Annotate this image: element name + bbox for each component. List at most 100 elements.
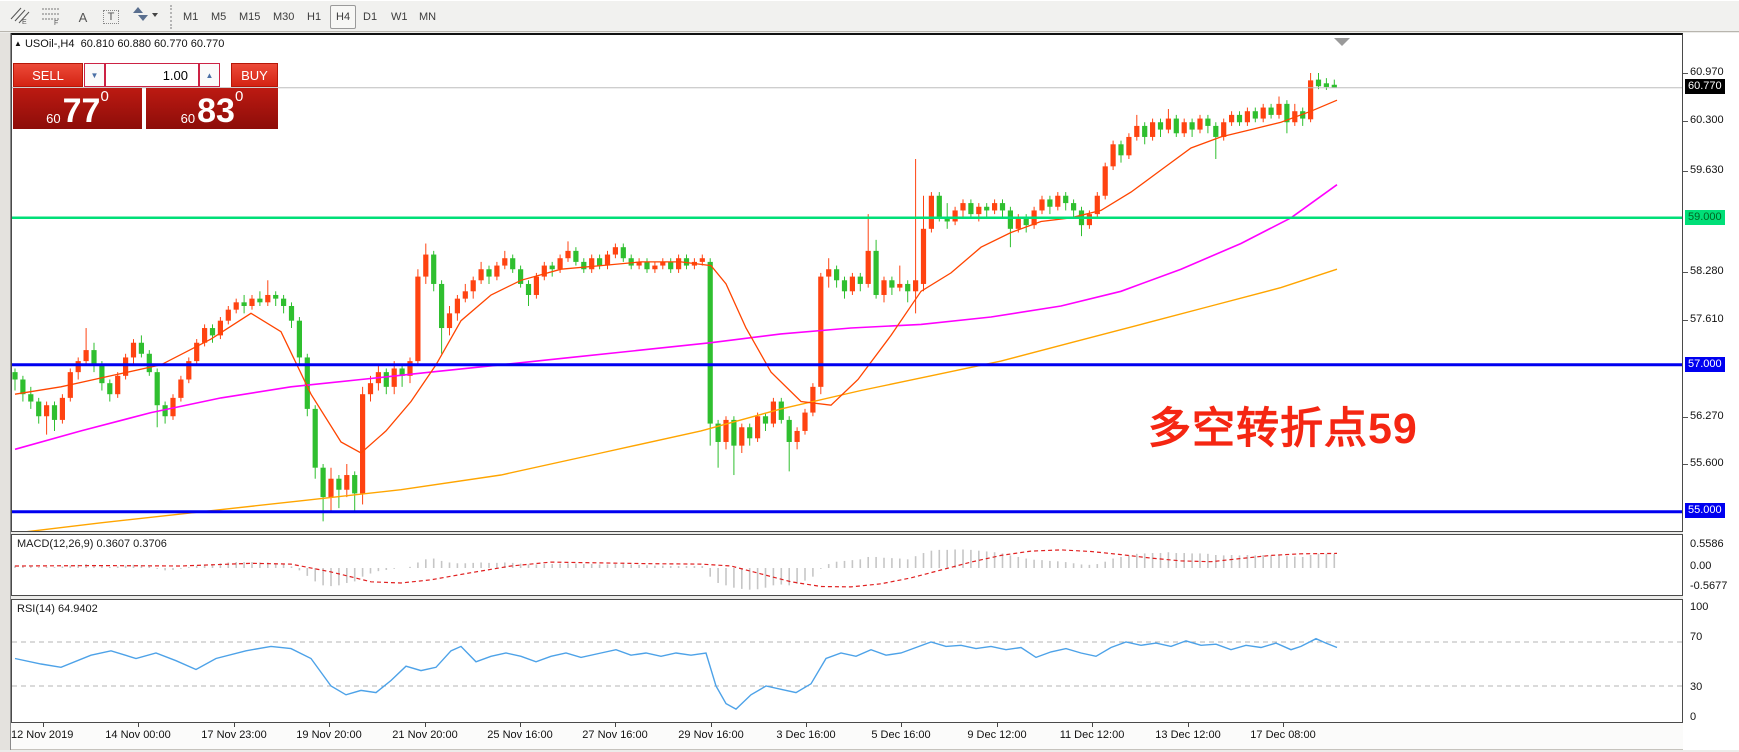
- price-tick-label: 59.630: [1690, 164, 1724, 176]
- arrows-icon[interactable]: [130, 5, 164, 29]
- time-tick: [806, 723, 807, 727]
- timeframe-button-m30[interactable]: M30: [268, 5, 299, 29]
- time-tick: [43, 723, 44, 727]
- time-axis[interactable]: 12 Nov 2019 14 Nov 00:00 17 Nov 23:00 19 No…: [11, 723, 1683, 750]
- trading-terminal: E F A T M1M5M15M30H1H4D1W1MN ▲ USOil-,H4…: [0, 0, 1739, 752]
- sell-button[interactable]: SELL: [13, 63, 83, 87]
- timeframe-button-d1[interactable]: D1: [358, 5, 382, 29]
- chart-annotation-text: 多空转折点59: [1148, 394, 1418, 456]
- time-tick: [615, 723, 616, 727]
- symbol-name: USOil-,H4: [25, 38, 75, 50]
- time-label: 25 Nov 16:00: [487, 729, 552, 741]
- time-tick: [997, 723, 998, 727]
- price-tick-label: 56.270: [1690, 410, 1724, 422]
- sell-point: 0: [100, 90, 108, 103]
- time-tick: [1092, 723, 1093, 727]
- macd-tick-label: 0.00: [1690, 560, 1711, 572]
- price-axis[interactable]: 60.970 60.300 59.630 58.280 57.610 56.270 55.6…: [1683, 33, 1739, 750]
- time-tick: [1283, 723, 1284, 727]
- timeframe-button-mn[interactable]: MN: [414, 5, 441, 29]
- time-label: 9 Dec 12:00: [967, 729, 1026, 741]
- timeframe-button-w1[interactable]: W1: [386, 5, 413, 29]
- time-label: 17 Dec 08:00: [1250, 729, 1315, 741]
- sell-price-box[interactable]: 60 77 0: [13, 88, 142, 129]
- time-label: 14 Nov 00:00: [105, 729, 170, 741]
- rsi-tick-label: 70: [1690, 631, 1702, 643]
- toolbar-separator: [170, 5, 175, 29]
- ohlc-values: 60.810 60.880 60.770 60.770: [81, 38, 225, 50]
- buy-big-figure: 60: [181, 111, 195, 126]
- price-tick-label: 60.970: [1690, 66, 1724, 78]
- price-tick-dash: [1683, 73, 1688, 74]
- rsi-label: RSI(14) 64.9402: [17, 603, 98, 615]
- svg-text:E: E: [22, 19, 27, 25]
- buy-price-box[interactable]: 60 83 0: [146, 88, 278, 129]
- svg-text:F: F: [54, 20, 58, 25]
- timeframe-button-h1[interactable]: H1: [302, 5, 326, 29]
- price-tick-dash: [1683, 320, 1688, 321]
- time-tick: [711, 723, 712, 727]
- macd-label: MACD(12,26,9) 0.3607 0.3706: [17, 538, 167, 550]
- time-label: 29 Nov 16:00: [678, 729, 743, 741]
- price-level-badge: 55.000: [1685, 503, 1725, 518]
- time-label: 5 Dec 16:00: [871, 729, 930, 741]
- sell-big-figure: 60: [46, 111, 60, 126]
- rsi-tick-label: 30: [1690, 681, 1702, 693]
- price-level-badge: 60.770: [1685, 79, 1725, 94]
- volume-increase-button[interactable]: ▲: [199, 63, 220, 87]
- rsi-panel[interactable]: RSI(14) 64.9402: [11, 599, 1683, 723]
- time-tick: [425, 723, 426, 727]
- price-tick-dash: [1683, 272, 1688, 273]
- buy-button[interactable]: BUY: [231, 63, 278, 87]
- timeframe-button-m5[interactable]: M5: [206, 5, 231, 29]
- macd-chart: [12, 535, 1682, 595]
- one-click-trade-panel: SELL ▼ ▲ BUY 60 77 0 60 83 0: [13, 63, 278, 129]
- time-label: 19 Nov 20:00: [296, 729, 361, 741]
- time-tick: [1188, 723, 1189, 727]
- chart-header: ▲ USOil-,H4 60.810 60.880 60.770 60.770: [14, 38, 224, 50]
- price-level-badge: 59.000: [1685, 210, 1725, 225]
- price-tick-label: 55.600: [1690, 457, 1724, 469]
- time-label: 17 Nov 23:00: [201, 729, 266, 741]
- volume-input[interactable]: [105, 63, 199, 87]
- macd-panel[interactable]: MACD(12,26,9) 0.3607 0.3706: [11, 534, 1683, 596]
- price-tick-dash: [1683, 417, 1688, 418]
- symbol-collapse-icon[interactable]: ▲: [14, 39, 22, 48]
- rsi-tick-label: 0: [1690, 711, 1696, 723]
- time-label: 3 Dec 16:00: [776, 729, 835, 741]
- buy-point: 0: [235, 90, 243, 103]
- sell-pips: 77: [63, 96, 101, 126]
- macd-tick-label: 0.5586: [1690, 538, 1724, 550]
- price-tick-dash: [1683, 171, 1688, 172]
- text-label-icon[interactable]: T: [98, 5, 124, 29]
- time-tick: [520, 723, 521, 727]
- price-tick-label: 58.280: [1690, 265, 1724, 277]
- fibonacci-icon[interactable]: F: [40, 5, 66, 29]
- timeframe-button-m15[interactable]: M15: [234, 5, 265, 29]
- time-tick: [234, 723, 235, 727]
- timeframe-button-m1[interactable]: M1: [178, 5, 203, 29]
- time-label: 21 Nov 20:00: [392, 729, 457, 741]
- time-label: 11 Dec 12:00: [1060, 729, 1125, 741]
- price-tick-label: 57.610: [1690, 313, 1724, 325]
- price-level-badge: 57.000: [1685, 357, 1725, 372]
- time-label: 27 Nov 16:00: [582, 729, 647, 741]
- buy-pips: 83: [197, 96, 235, 126]
- price-tick-dash: [1683, 121, 1688, 122]
- timeframe-button-h4[interactable]: H4: [330, 5, 356, 29]
- time-tick: [138, 723, 139, 727]
- price-tick-dash: [1683, 464, 1688, 465]
- ellipse-draw-icon[interactable]: E: [8, 5, 34, 29]
- rsi-chart: [12, 600, 1682, 722]
- macd-tick-label: -0.5677: [1690, 580, 1727, 592]
- time-tick: [329, 723, 330, 727]
- left-gutter: [0, 33, 11, 750]
- price-tick-label: 60.300: [1690, 114, 1724, 126]
- rsi-tick-label: 100: [1690, 601, 1708, 613]
- text-icon[interactable]: A: [70, 5, 96, 29]
- time-label: 13 Dec 12:00: [1155, 729, 1220, 741]
- volume-decrease-button[interactable]: ▼: [84, 63, 105, 87]
- time-tick: [901, 723, 902, 727]
- toolbar: E F A T M1M5M15M30H1H4D1W1MN: [0, 0, 1739, 32]
- time-label: 12 Nov 2019: [11, 729, 73, 741]
